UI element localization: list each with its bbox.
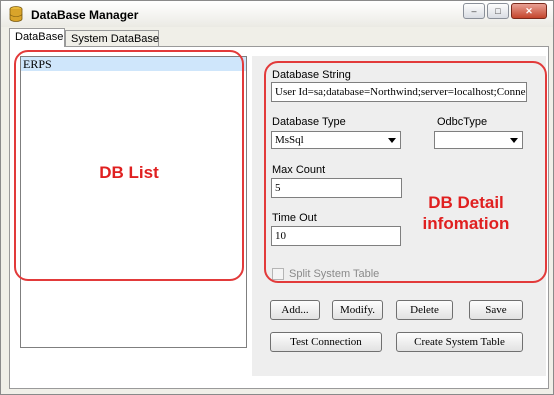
split-system-table-label: Split System Table	[289, 268, 380, 280]
annotation-db-detail-label: DB Detail infomation	[406, 192, 526, 234]
time-out-field[interactable]: 10	[271, 226, 401, 246]
annotation-db-detail-line1: DB Detail	[428, 193, 504, 212]
modify-button[interactable]: Modify.	[332, 300, 383, 320]
tab-system-database[interactable]: System DataBase	[65, 30, 159, 46]
list-item[interactable]: ERPS	[21, 57, 246, 71]
database-type-select[interactable]: MsSql	[271, 131, 401, 149]
add-button[interactable]: Add...	[270, 300, 320, 320]
test-connection-button[interactable]: Test Connection	[270, 332, 382, 352]
close-button[interactable]: ✕	[511, 3, 547, 19]
split-system-table-checkbox[interactable]	[272, 268, 284, 280]
database-string-field[interactable]: User Id=sa;database=Northwind;server=loc…	[271, 82, 527, 102]
app-window: DataBase Manager – □ ✕ DataBase System D…	[0, 0, 554, 395]
tab-database[interactable]: DataBase	[9, 28, 65, 47]
chevron-down-icon	[510, 138, 518, 143]
annotation-db-detail-line2: infomation	[422, 214, 510, 233]
maximize-button[interactable]: □	[487, 3, 509, 19]
annotation-db-list-label: DB List	[99, 163, 159, 182]
delete-button[interactable]: Delete	[396, 300, 453, 320]
save-button[interactable]: Save	[469, 300, 523, 320]
max-count-field[interactable]: 5	[271, 178, 402, 198]
window-title: DataBase Manager	[31, 8, 139, 22]
max-count-label: Max Count	[272, 164, 326, 176]
odbc-type-select[interactable]	[434, 131, 523, 149]
time-out-label: Time Out	[272, 212, 317, 224]
database-string-label: Database String	[272, 69, 351, 81]
title-bar[interactable]: DataBase Manager – □ ✕	[1, 1, 553, 27]
odbc-type-label: OdbcType	[437, 116, 488, 128]
database-type-value: MsSql	[275, 134, 304, 146]
minimize-button[interactable]: –	[463, 3, 485, 19]
database-icon	[9, 6, 23, 22]
database-type-label: Database Type	[272, 116, 346, 128]
database-list[interactable]: ERPS	[20, 56, 247, 348]
create-system-table-button[interactable]: Create System Table	[396, 332, 523, 352]
chevron-down-icon	[388, 138, 396, 143]
